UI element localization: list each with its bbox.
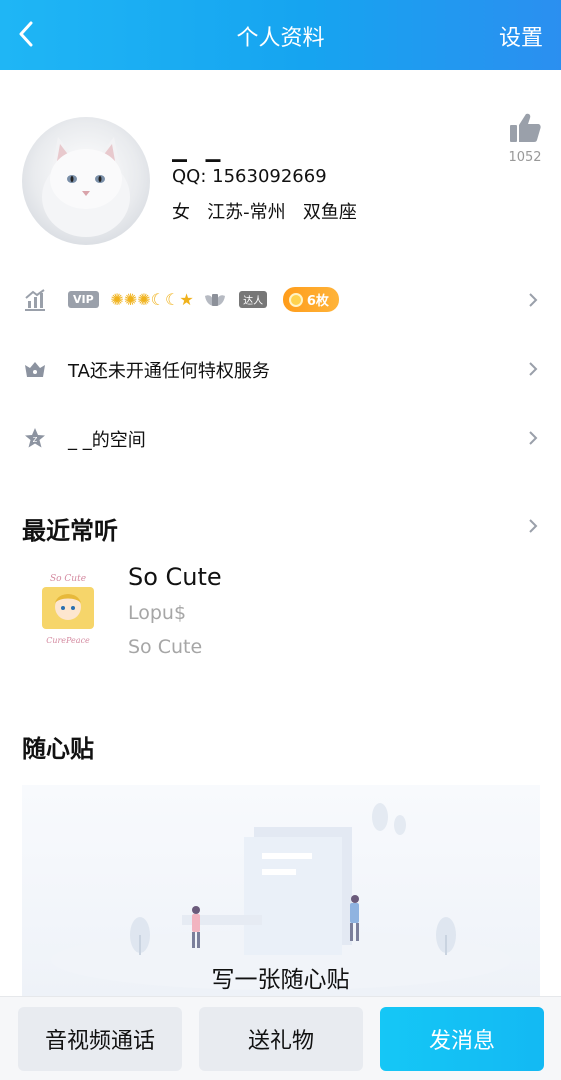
vip-level-row[interactable]: VIP ✺✺✺☾☾★ 达人 6枚: [0, 270, 561, 330]
qq-number: 1563092669: [212, 166, 327, 187]
song-album: So Cute: [128, 636, 203, 658]
sun-level-icon: ✺: [110, 290, 124, 309]
recent-music-title: 最近常听: [22, 517, 118, 545]
vip-level-info: VIP ✺✺✺☾☾★ 达人 6枚: [68, 287, 339, 312]
qzone-star-icon: z: [22, 425, 48, 451]
moon-level-icon: ☾: [164, 290, 180, 309]
chevron-right-icon: [529, 293, 538, 307]
send-gift-button[interactable]: 送礼物: [199, 1007, 363, 1071]
qq-label: QQ:: [172, 166, 207, 187]
qzone-row[interactable]: z _ _的空间: [0, 408, 561, 468]
chevron-right-icon[interactable]: [525, 518, 541, 534]
chevron-right-icon: [529, 431, 538, 445]
song-title[interactable]: So Cute: [128, 563, 222, 591]
privilege-row[interactable]: TA还未开通任何特权服务: [0, 339, 561, 399]
medal-badge[interactable]: 6枚: [282, 287, 339, 312]
svg-text:CurePeace: CurePeace: [46, 636, 90, 645]
star-level-icon: ★: [179, 290, 194, 309]
send-message-button[interactable]: 发消息: [380, 1007, 544, 1071]
like-button[interactable]: 1052: [505, 112, 545, 165]
wings-icon: [205, 293, 226, 306]
qq-number-line: QQ: 1563092669: [172, 166, 327, 187]
level-icons: ✺✺✺☾☾★: [110, 290, 193, 309]
top-nav-bar: 个人资料 设置: [0, 0, 561, 70]
daren-tag: 达人: [239, 291, 268, 308]
moon-level-icon: ☾: [150, 290, 165, 309]
av-call-button[interactable]: 音视频通话: [18, 1007, 182, 1071]
album-cover[interactable]: So Cute CurePeace: [36, 569, 100, 649]
cat-avatar-image: [42, 137, 130, 237]
settings-button[interactable]: 设置: [499, 20, 543, 52]
svg-text:z: z: [33, 435, 38, 445]
avatar[interactable]: [22, 117, 150, 245]
nickname: _ _: [172, 128, 225, 163]
sun-level-icon: ✺: [137, 290, 151, 309]
song-artist: Lopu$: [128, 602, 187, 624]
like-count: 1052: [508, 150, 542, 165]
crown-icon: [22, 356, 48, 382]
medal-count: 6枚: [306, 294, 329, 309]
level-chart-icon: [22, 287, 48, 313]
bottom-action-bar: 音视频通话 送礼物 发消息: [0, 996, 561, 1080]
coin-icon: [288, 293, 303, 307]
sun-level-icon: ✺: [123, 290, 138, 309]
chevron-right-icon: [529, 362, 538, 376]
zodiac: 双鱼座: [302, 202, 357, 223]
svg-text:So Cute: So Cute: [50, 574, 86, 584]
qzone-label: _ _的空间: [68, 430, 146, 451]
privilege-label: TA还未开通任何特权服务: [68, 361, 270, 382]
gender: 女: [172, 202, 190, 223]
vip-tag: VIP: [68, 291, 99, 308]
page-title: 个人资料: [236, 26, 325, 51]
location: 江苏-常州: [207, 202, 286, 223]
thumbs-up-icon: [510, 113, 541, 142]
note-section-title: 随心贴: [22, 735, 94, 763]
note-placeholder[interactable]: 写一张随心贴: [0, 960, 561, 994]
user-info-line: 女 江苏-常州 双鱼座: [172, 198, 357, 224]
